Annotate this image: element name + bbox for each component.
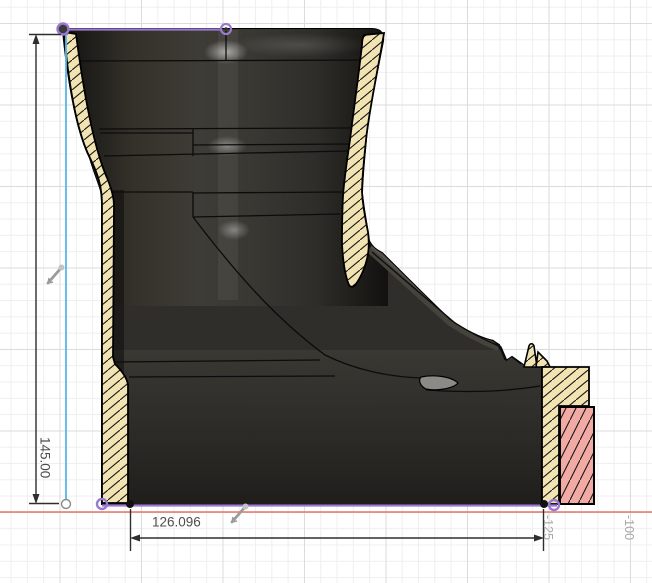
gasket-section-hatch[interactable] [560,407,594,504]
vertical-dimension[interactable] [29,34,61,504]
axis-label: -125 [541,515,555,540]
sketch-point-dim-left [126,500,134,508]
axis-label: -100 [622,515,636,540]
sketch-canvas[interactable]: 145.00 126.096 -125 -100 [0,0,652,583]
blue-line-endpoint[interactable] [62,500,71,509]
flange-spike-hatch[interactable] [524,344,537,367]
vertical-dimension-value[interactable]: 145.00 [38,437,53,478]
sketch-point-dim-right [540,500,548,508]
dimension-pin-icon [48,265,65,284]
horizontal-dimension-value[interactable]: 126.096 [152,515,201,530]
flange-finger-hatch[interactable] [536,352,550,367]
part-body-section[interactable] [60,26,545,508]
